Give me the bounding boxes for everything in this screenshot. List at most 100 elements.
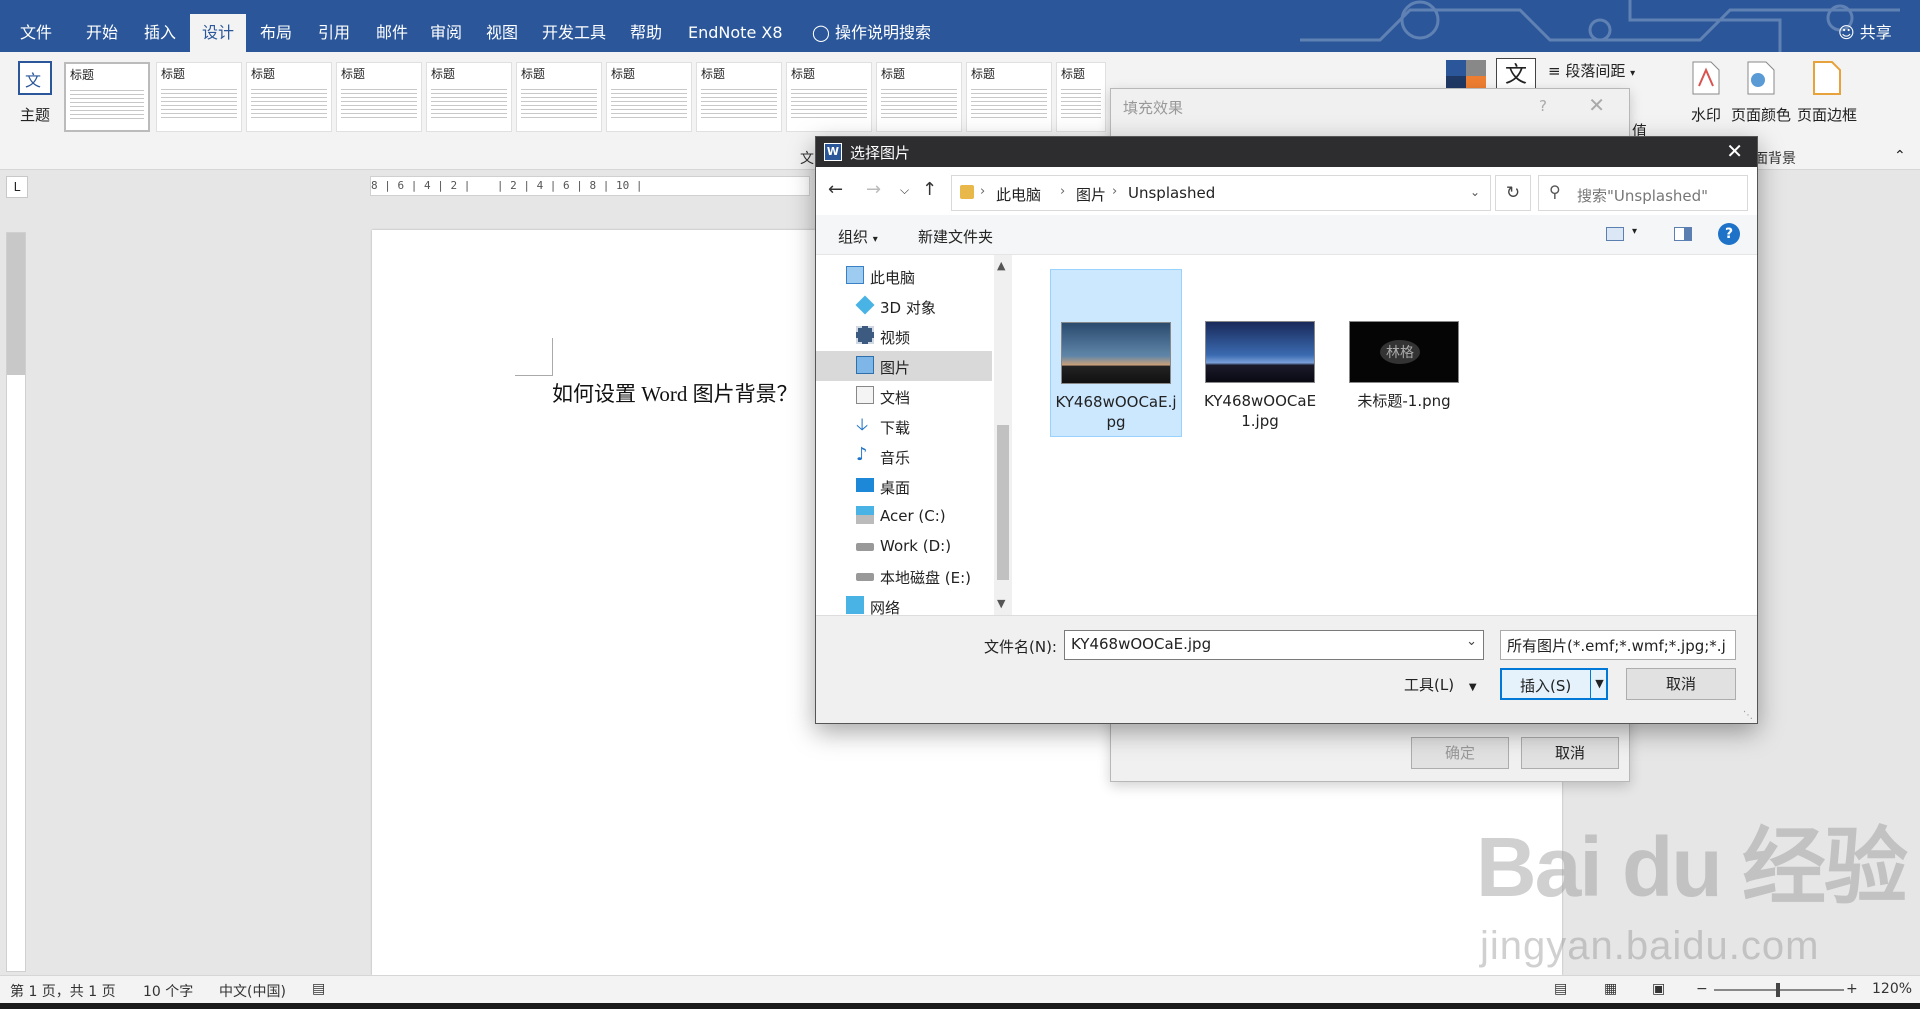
style-set-11[interactable]: 标题 xyxy=(966,62,1052,132)
tab-design[interactable]: 设计 xyxy=(190,14,247,52)
refresh-icon[interactable]: ↻ xyxy=(1495,175,1531,211)
chevron-down-icon[interactable]: ▾ xyxy=(1632,226,1637,237)
page-border-button[interactable]: 页面边框 xyxy=(1796,60,1858,125)
recent-locations-icon[interactable]: ⌵ xyxy=(900,183,909,198)
nav-item-desktop[interactable]: 桌面 xyxy=(816,471,992,501)
zoom-slider-thumb[interactable] xyxy=(1776,983,1780,997)
resize-grip-icon[interactable]: ⋱ xyxy=(1743,710,1753,721)
tab-review[interactable]: 审阅 xyxy=(418,14,474,52)
style-set-3[interactable]: 标题 xyxy=(246,62,332,132)
chevron-down-icon[interactable]: ⌄ xyxy=(1466,634,1477,649)
nav-item-this-pc[interactable]: 此电脑 xyxy=(816,261,992,291)
nav-item-downloads[interactable]: 🡣 下载 xyxy=(816,411,992,441)
watermark-button[interactable]: 水印 xyxy=(1686,60,1726,125)
forward-icon[interactable]: → xyxy=(866,179,881,200)
nav-item-network[interactable]: 网络 xyxy=(816,591,992,615)
close-icon[interactable]: ✕ xyxy=(1726,139,1743,163)
tab-home[interactable]: 开始 xyxy=(74,14,130,52)
view-options-icon[interactable] xyxy=(1606,227,1624,241)
style-set-1[interactable]: 标题 xyxy=(64,62,150,132)
new-folder-button[interactable]: 新建文件夹 xyxy=(918,226,993,247)
nav-item-3d-objects[interactable]: 3D 对象 xyxy=(816,291,992,321)
file-item[interactable]: KY468wOOCaE1.jpg xyxy=(1194,269,1326,437)
style-set-10[interactable]: 标题 xyxy=(876,62,962,132)
tab-endnote[interactable]: EndNote X8 xyxy=(676,14,795,52)
help-icon[interactable]: ? xyxy=(1718,223,1740,245)
preview-pane-icon[interactable] xyxy=(1674,227,1692,241)
file-item[interactable]: KY468wOOCaE.jpg xyxy=(1050,269,1182,437)
page-color-button[interactable]: 页面颜色 xyxy=(1730,60,1792,125)
file-type-select[interactable]: 所有图片(*.emf;*.wmf;*.jpg;*.j xyxy=(1500,630,1736,660)
style-set-2[interactable]: 标题 xyxy=(156,62,242,132)
tab-help[interactable]: 帮助 xyxy=(618,14,674,52)
scroll-up-icon[interactable]: ▲ xyxy=(997,259,1005,272)
tab-insert[interactable]: 插入 xyxy=(132,14,188,52)
breadcrumb-unsplashed[interactable]: Unsplashed xyxy=(1128,184,1215,202)
style-set-7[interactable]: 标题 xyxy=(606,62,692,132)
up-folder-icon[interactable]: ↑ xyxy=(922,179,937,200)
style-set-4[interactable]: 标题 xyxy=(336,62,422,132)
web-layout-icon[interactable]: ▣ xyxy=(1652,981,1665,997)
read-mode-icon[interactable]: ▤ xyxy=(1554,981,1567,997)
tab-file[interactable]: 文件 xyxy=(8,14,64,52)
help-icon[interactable]: ? xyxy=(1539,97,1547,115)
zoom-out-icon[interactable]: − xyxy=(1696,981,1708,997)
chevron-right-icon: › xyxy=(980,184,986,199)
tab-layout[interactable]: 布局 xyxy=(248,14,304,52)
nav-scrollbar[interactable]: ▲ ▼ xyxy=(994,255,1012,615)
nav-item-music[interactable]: ♪ 音乐 xyxy=(816,441,992,471)
nav-item-drive-c[interactable]: Acer (C:) xyxy=(816,501,992,531)
style-set-6[interactable]: 标题 xyxy=(516,62,602,132)
chevron-down-icon[interactable]: ⌄ xyxy=(1470,185,1480,199)
horizontal-ruler[interactable]: 8 | 6 | 4 | 2 | | 2 | 4 | 6 | 8 | 10 | xyxy=(370,176,810,196)
dialog-titlebar[interactable]: W 选择图片 ✕ xyxy=(816,137,1757,167)
paragraph-spacing-button[interactable]: ≡ 段落间距 ▾ xyxy=(1548,60,1635,81)
nav-item-videos[interactable]: 视频 xyxy=(816,321,992,351)
style-set-9[interactable]: 标题 xyxy=(786,62,872,132)
cancel-button[interactable]: 取消 xyxy=(1626,668,1736,700)
tab-references[interactable]: 引用 xyxy=(306,14,362,52)
search-input[interactable]: ⚲ 搜索"Unsplashed" xyxy=(1538,175,1748,211)
insert-button[interactable]: 插入(S) ▼ xyxy=(1500,668,1608,700)
style-set-8[interactable]: 标题 xyxy=(696,62,782,132)
zoom-slider[interactable] xyxy=(1714,983,1844,997)
fill-cancel-button[interactable]: 取消 xyxy=(1521,737,1619,769)
style-set-5[interactable]: 标题 xyxy=(426,62,512,132)
style-set-12[interactable]: 标题 xyxy=(1056,62,1106,132)
vertical-ruler[interactable] xyxy=(6,232,26,972)
language-indicator[interactable]: 中文(中国) xyxy=(219,981,286,1001)
close-icon[interactable]: ✕ xyxy=(1588,93,1605,117)
themes-button[interactable]: 文 主题 xyxy=(14,60,56,125)
back-icon[interactable]: ← xyxy=(828,179,843,200)
nav-item-documents[interactable]: 文档 xyxy=(816,381,992,411)
tab-mailings[interactable]: 邮件 xyxy=(364,14,420,52)
tab-selector[interactable]: L xyxy=(6,176,28,198)
collapse-ribbon-icon[interactable]: ⌃ xyxy=(1894,148,1906,164)
scroll-down-icon[interactable]: ▼ xyxy=(997,597,1005,610)
tab-developer[interactable]: 开发工具 xyxy=(530,14,618,52)
share-button[interactable]: ☺ 共享 xyxy=(1826,14,1904,52)
tab-view[interactable]: 视图 xyxy=(474,14,530,52)
tell-me-search[interactable]: ◯ 操作说明搜索 xyxy=(800,14,943,52)
breadcrumb-this-pc[interactable]: 此电脑 xyxy=(996,184,1041,205)
fill-ok-button[interactable]: 确定 xyxy=(1411,737,1509,769)
organize-button[interactable]: 组织 ▾ xyxy=(838,226,878,247)
word-count[interactable]: 10 个字 xyxy=(143,981,193,1001)
document-text[interactable]: 如何设置 Word 图片背景？ xyxy=(552,378,798,408)
breadcrumb-pictures[interactable]: 图片 xyxy=(1076,184,1106,205)
page-count[interactable]: 第 1 页，共 1 页 xyxy=(10,981,116,1001)
filename-field[interactable]: KY468wOOCaE.jpg ⌄ xyxy=(1064,630,1484,660)
insert-dropdown-icon[interactable]: ▼ xyxy=(1590,670,1608,698)
print-layout-icon[interactable]: ▦ xyxy=(1604,981,1617,997)
nav-item-pictures[interactable]: 图片 xyxy=(816,351,992,381)
nav-item-drive-e[interactable]: 本地磁盘 (E:) xyxy=(816,561,992,591)
zoom-level[interactable]: 120% xyxy=(1872,981,1912,997)
tools-button[interactable]: 工具(L) ▼ xyxy=(1404,674,1477,695)
scroll-thumb[interactable] xyxy=(997,425,1009,580)
zoom-in-icon[interactable]: + xyxy=(1846,981,1858,997)
address-bar[interactable]: › 此电脑 › 图片 › Unsplashed ⌄ xyxy=(951,175,1491,211)
nav-item-drive-d[interactable]: Work (D:) xyxy=(816,531,992,561)
style-heading: 标题 xyxy=(431,67,456,81)
file-item[interactable]: 林格 未标题-1.png xyxy=(1338,269,1470,437)
macro-record-icon[interactable]: ▤ xyxy=(312,981,325,997)
